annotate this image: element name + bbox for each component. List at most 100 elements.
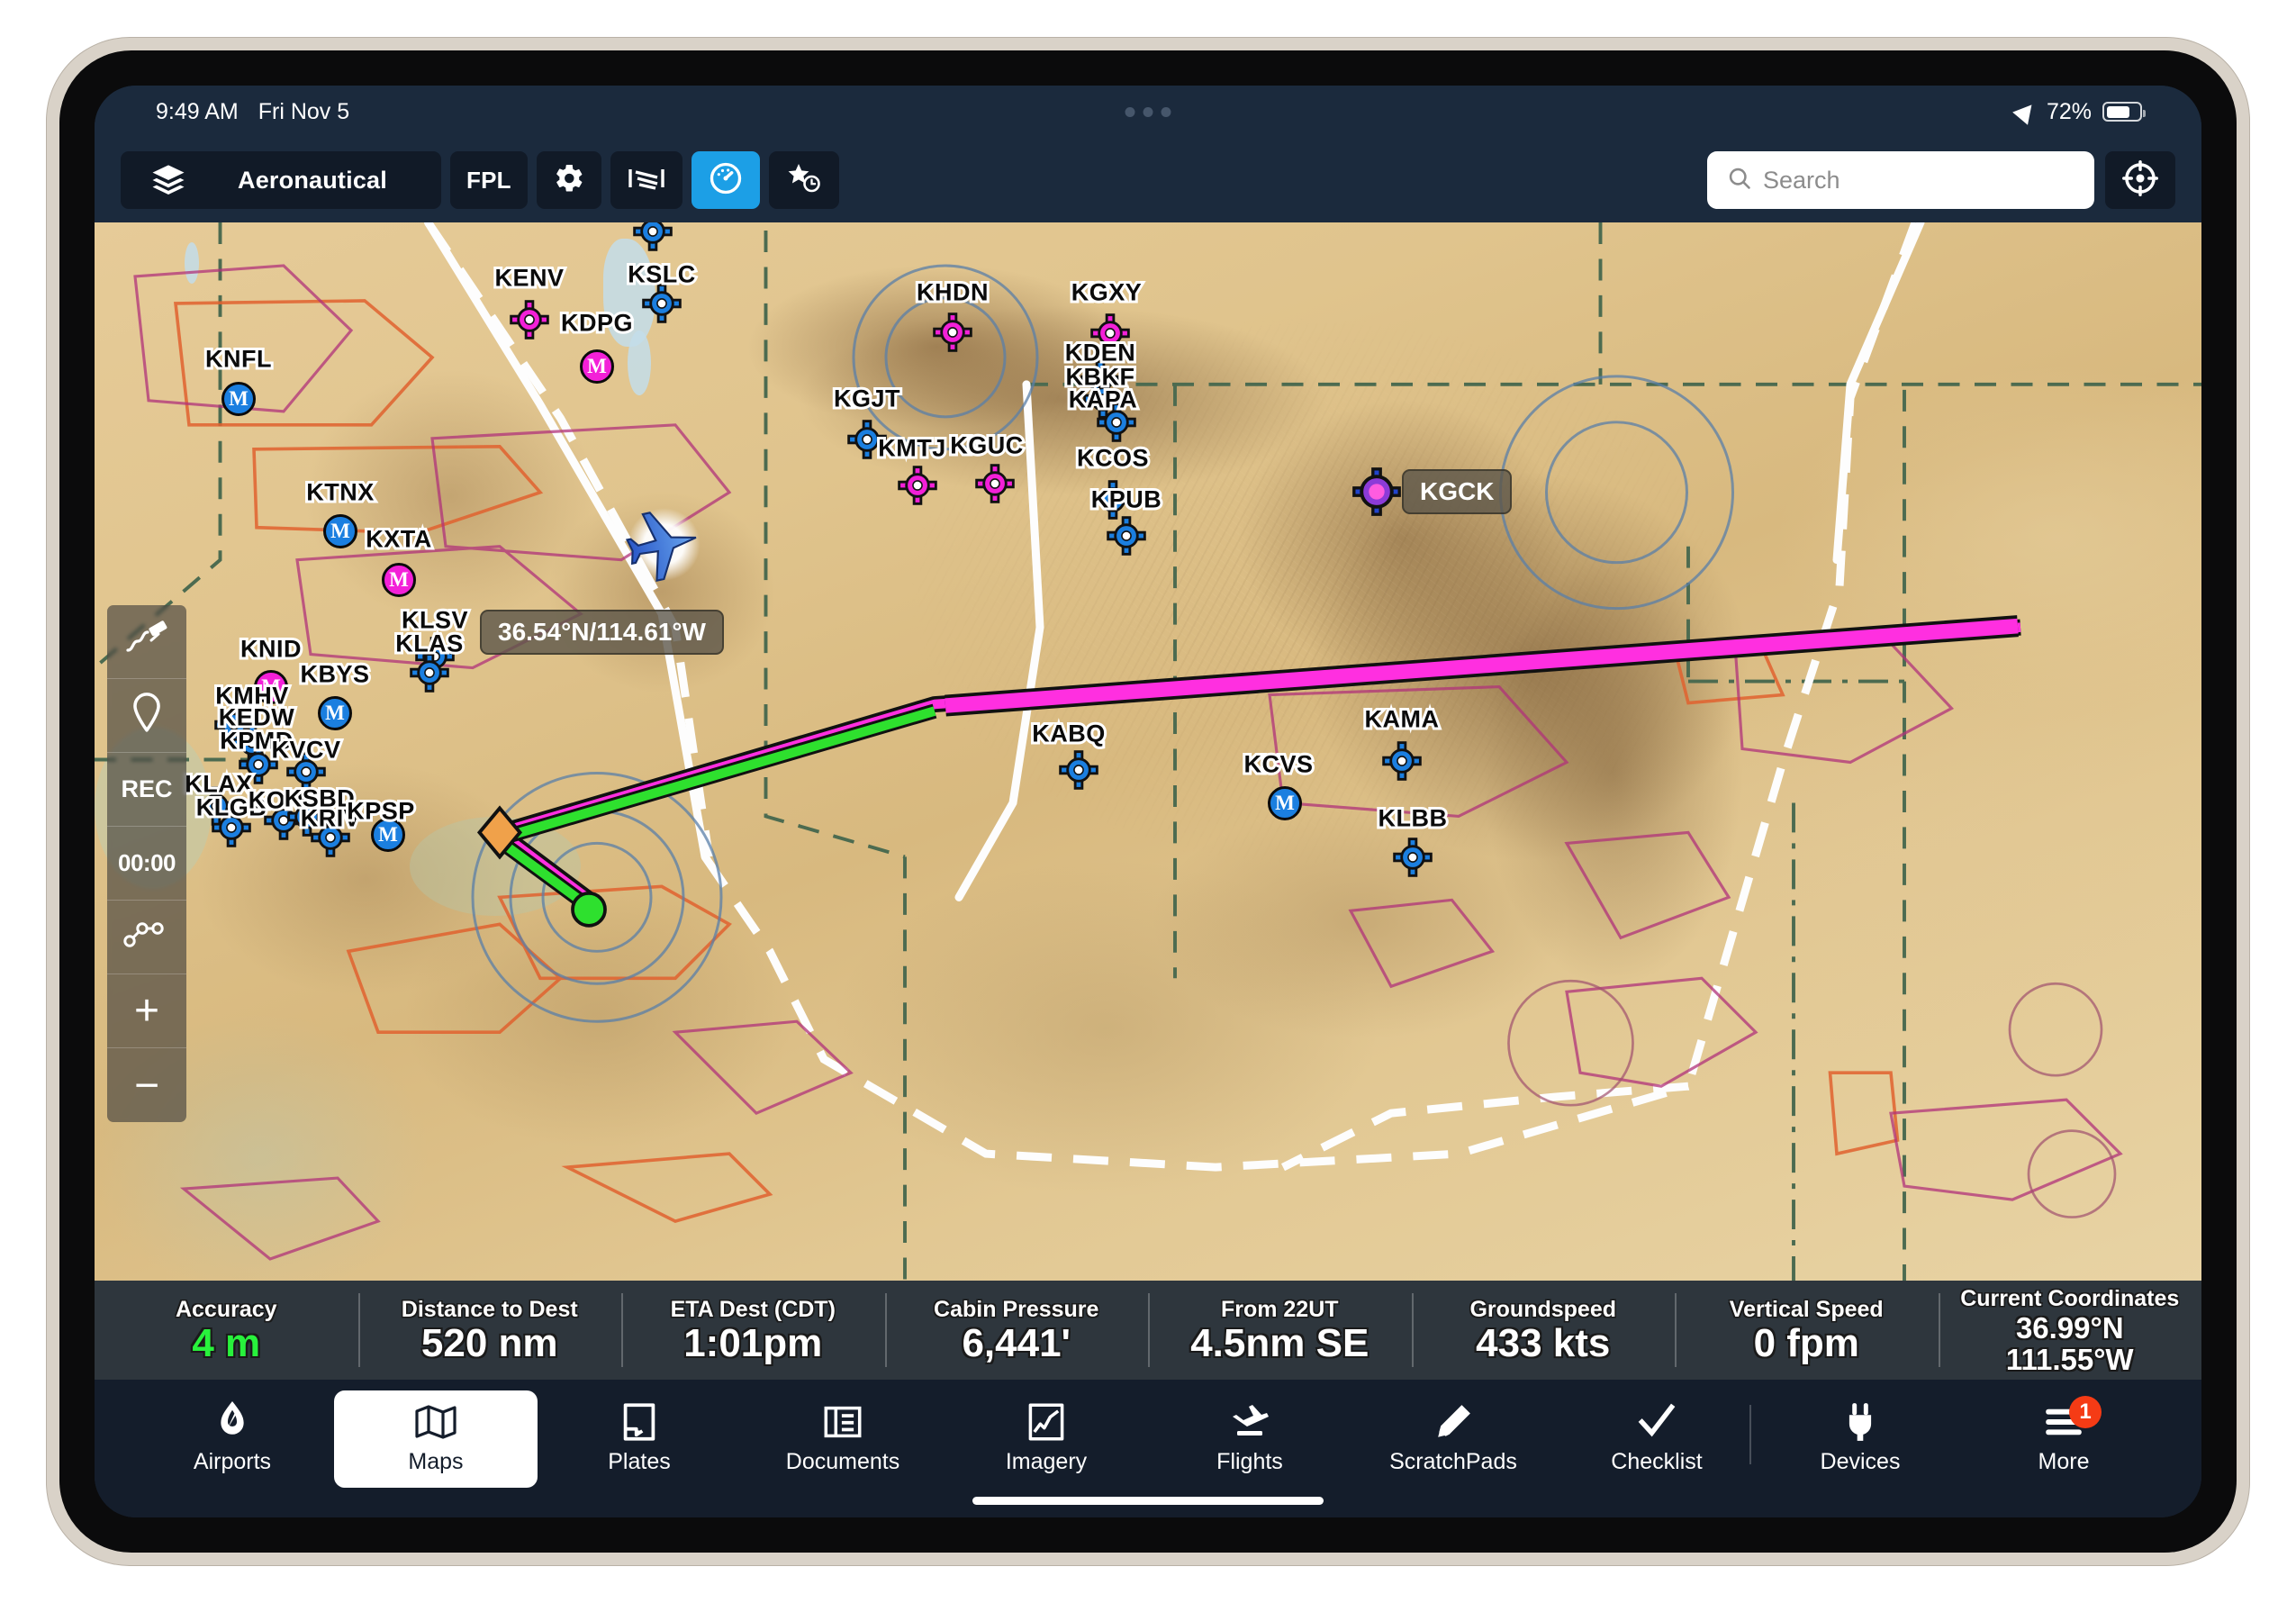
military-airport-badge[interactable]: M [221, 382, 256, 416]
tab-label: More [2038, 1449, 2090, 1474]
record-button[interactable]: REC [107, 753, 186, 827]
data-field[interactable]: Accuracy 4 m [95, 1281, 358, 1380]
airport-marker[interactable] [642, 284, 682, 323]
data-field-title: Vertical Speed [1729, 1296, 1884, 1322]
map-pin-button[interactable] [107, 679, 186, 753]
data-field[interactable]: Vertical Speed 0 fpm [1675, 1281, 1939, 1380]
search-box[interactable] [1707, 151, 2094, 209]
timer-display[interactable]: 00:00 [107, 827, 186, 901]
airport-label: KNID [238, 633, 304, 666]
data-field-value: 36.99°N [2015, 1310, 2124, 1345]
pencil-icon [1434, 1401, 1472, 1443]
airport-label: KDPG [558, 307, 636, 340]
airport-label: KTNX [303, 476, 376, 509]
airport-marker[interactable] [1393, 838, 1433, 877]
airport-label: KPSP [344, 795, 417, 828]
data-field-title: Cabin Pressure [934, 1296, 1099, 1322]
airport-label: KMTJ [875, 432, 948, 465]
airport-label: KSLC [625, 258, 698, 291]
gear-icon [553, 162, 585, 199]
layer-selector-button[interactable]: Aeronautical [121, 151, 441, 209]
timer-label: 00:00 [118, 849, 176, 876]
data-field[interactable]: Cabin Pressure 6,441' [884, 1281, 1149, 1380]
data-field-title: Accuracy [175, 1296, 277, 1322]
route-nodes-icon [123, 919, 170, 955]
tab-checklist[interactable]: Checklist [1555, 1390, 1758, 1488]
destination-label: KGCK [1402, 469, 1513, 514]
status-date: Fri Nov 5 [258, 98, 350, 124]
device-screen: 9:49 AM Fri Nov 5 72% Aeronautical FPL S… [95, 86, 2201, 1517]
military-airport-badge[interactable]: M [323, 514, 357, 548]
airport-label: KABQ [1029, 718, 1107, 750]
data-field-value: 0 fpm [1753, 1320, 1859, 1365]
winds-aloft-button[interactable] [610, 151, 682, 209]
airport-label: KAMA [1362, 703, 1442, 736]
measure-tool-button[interactable] [107, 605, 186, 679]
tab-airports[interactable]: Airports [131, 1390, 334, 1488]
tab-imagery[interactable]: Imagery [945, 1390, 1148, 1488]
airport-marker[interactable] [510, 300, 549, 340]
airport-marker[interactable] [633, 222, 673, 251]
airport-marker[interactable] [1059, 750, 1098, 790]
airport-marker[interactable] [975, 464, 1015, 503]
data-field-title: Current Coordinates [1960, 1285, 2180, 1311]
military-airport-badge[interactable]: M [1268, 786, 1302, 820]
crosshair-target-icon [2121, 159, 2159, 202]
route-tool-button[interactable] [107, 901, 186, 974]
status-time: 9:49 AM [156, 98, 239, 124]
military-airport-badge[interactable]: M [580, 349, 614, 384]
airport-marker[interactable] [1107, 516, 1146, 556]
military-airport-badge[interactable]: M [318, 696, 352, 730]
airport-marker[interactable] [898, 466, 937, 505]
map-canvas[interactable]: KHIF KSLC KENVMKDPG KHDN KGXY KDEN KBKF [95, 222, 2201, 1281]
tab-label: Checklist [1611, 1449, 1703, 1474]
airport-label: KGUC [947, 430, 1026, 462]
data-field-title: Distance to Dest [401, 1296, 578, 1322]
data-field-value-secondary: 111.55°W [2005, 1342, 2134, 1376]
data-field[interactable]: Groundspeed 433 kts [1411, 1281, 1676, 1380]
gauge-icon [708, 160, 744, 201]
instruments-button[interactable] [691, 151, 760, 209]
status-bar-handle[interactable] [1125, 106, 1171, 117]
military-airport-badge[interactable]: M [382, 563, 416, 597]
airport-label: KLBB [1376, 802, 1451, 835]
tab-maps[interactable]: Maps [334, 1390, 538, 1488]
data-field[interactable]: Distance to Dest 520 nm [357, 1281, 622, 1380]
data-field-value: 4.5nm SE [1190, 1320, 1369, 1365]
airport-marker[interactable] [933, 312, 972, 352]
home-indicator[interactable] [972, 1497, 1324, 1505]
tab-scratchpads[interactable]: ScratchPads [1351, 1390, 1555, 1488]
data-field[interactable]: ETA Dest (CDT) 1:01pm [621, 1281, 885, 1380]
tab-label: Documents [785, 1449, 900, 1474]
record-label: REC [121, 775, 173, 802]
airport-label: KPUB [1089, 484, 1164, 516]
airport-marker[interactable] [1382, 741, 1422, 781]
flight-route-layer [476, 615, 2021, 928]
tab-more[interactable]: More 1 [1962, 1390, 2165, 1488]
data-field[interactable]: Current Coordinates 36.99°N 111.55°W [1938, 1281, 2202, 1380]
center-on-location-button[interactable] [2105, 151, 2175, 209]
tab-devices[interactable]: Devices [1749, 1390, 1962, 1488]
airport-label: KGXY [1069, 276, 1144, 309]
search-input[interactable] [1763, 166, 2082, 195]
recents-favorites-button[interactable] [768, 151, 839, 209]
settings-button[interactable] [536, 151, 601, 209]
data-field[interactable]: From 22UT 4.5nm SE [1148, 1281, 1412, 1380]
airport-marker[interactable] [410, 653, 449, 693]
zoom-out-button[interactable]: − [107, 1048, 186, 1122]
tab-flights[interactable]: Flights [1148, 1390, 1351, 1488]
data-field-value: 433 kts [1476, 1320, 1611, 1365]
fpl-button[interactable]: FPL [450, 151, 528, 209]
tab-documents[interactable]: Documents [741, 1390, 945, 1488]
plane-landing-icon [1229, 1401, 1270, 1443]
checkmark-icon [1637, 1401, 1677, 1443]
layers-icon [121, 162, 216, 198]
plate-page-icon [622, 1401, 656, 1443]
airport-label: KCOS [1074, 442, 1152, 475]
destination-airport-marker[interactable] [1351, 466, 1402, 517]
zoom-in-button[interactable]: + [107, 974, 186, 1048]
airport-label: KHDN [914, 276, 991, 309]
layer-name-label: Aeronautical [238, 166, 387, 194]
fpl-label: FPL [466, 166, 511, 194]
tab-plates[interactable]: Plates [538, 1390, 741, 1488]
